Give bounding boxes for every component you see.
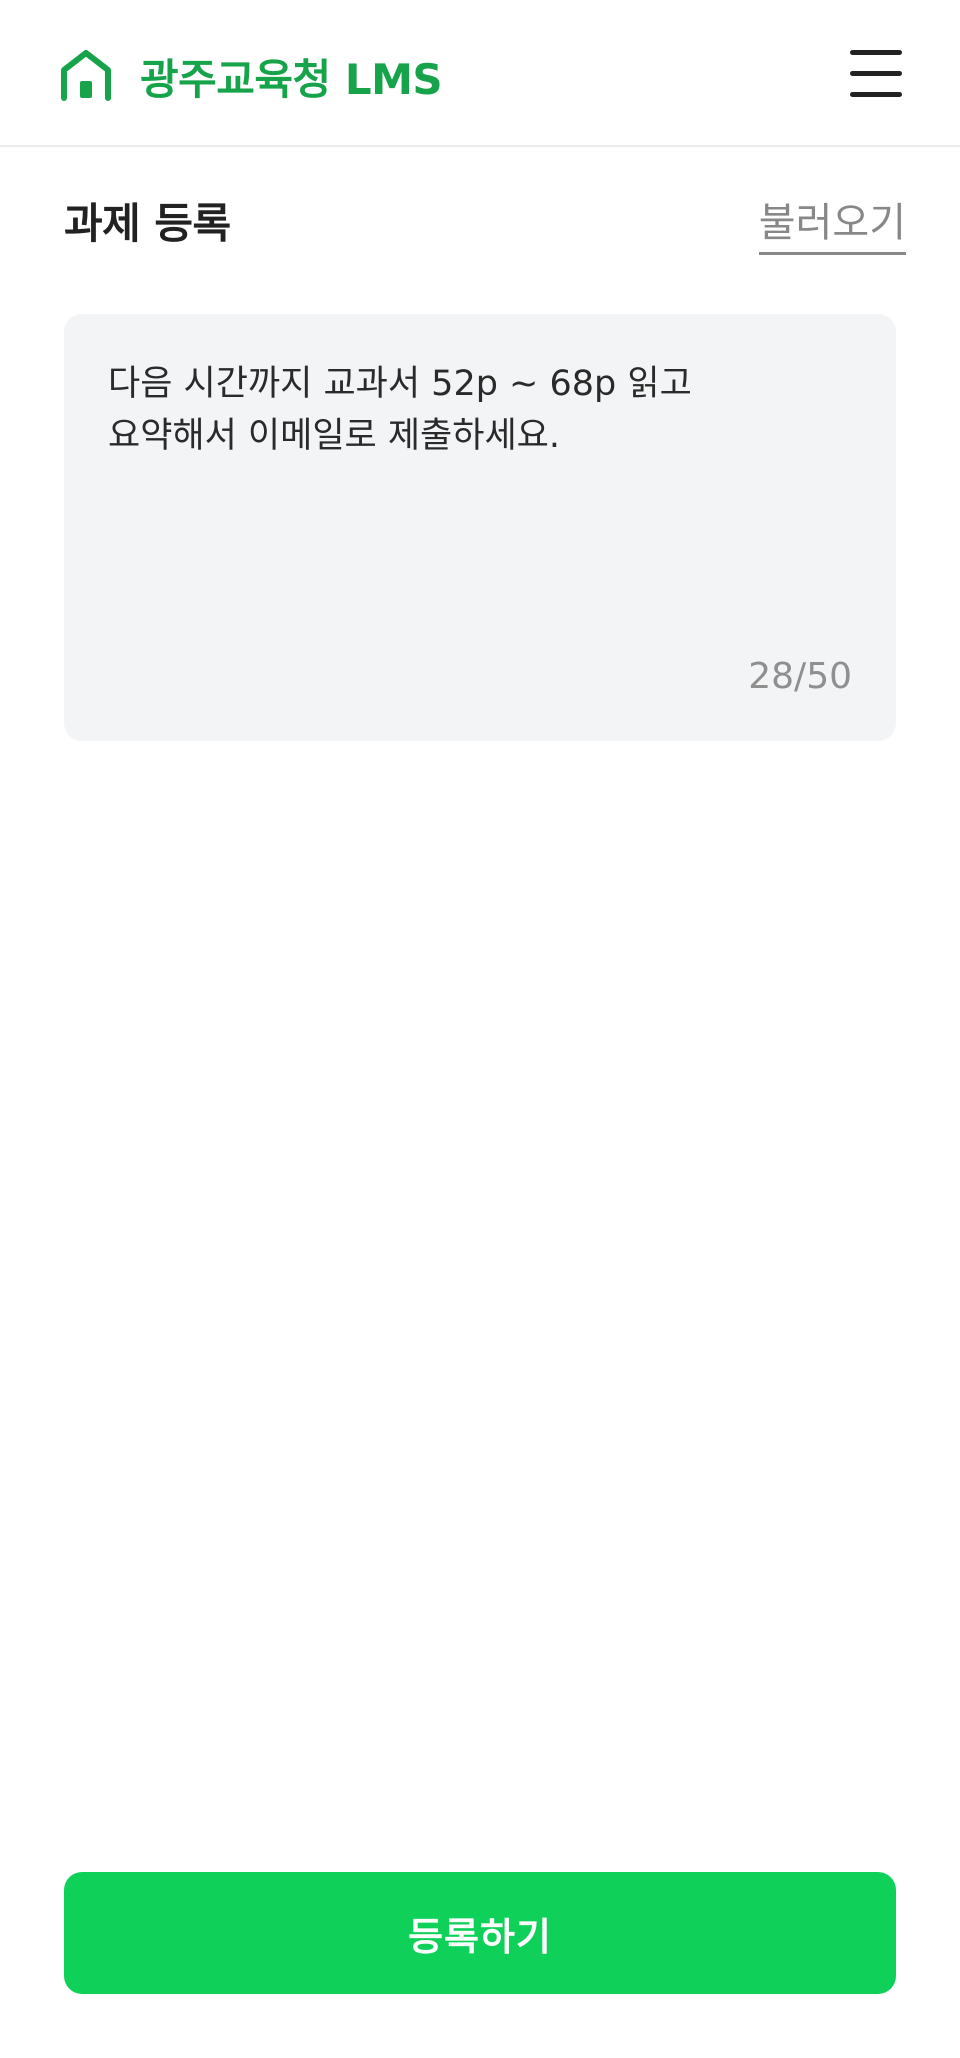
submit-button[interactable]: 등록하기 <box>64 1872 896 1994</box>
load-button[interactable]: 불러오기 <box>758 190 906 255</box>
home-icon <box>61 50 111 101</box>
menu-bar <box>850 50 902 55</box>
app-header: 광주교육청 LMS <box>0 0 960 147</box>
logo[interactable]: 광주교육청 LMS <box>58 48 443 104</box>
assignment-textarea[interactable]: 다음 시간까지 교과서 52p ~ 68p 읽고 요약해서 이메일로 제출하세요… <box>64 314 896 741</box>
app-title: 광주교육청 LMS <box>140 54 443 104</box>
hamburger-menu-icon[interactable] <box>850 48 906 100</box>
char-counter: 28/50 <box>748 656 852 697</box>
assignment-text[interactable]: 다음 시간까지 교과서 52p ~ 68p 읽고 요약해서 이메일로 제출하세요… <box>108 358 848 462</box>
page-title: 과제 등록 <box>64 199 231 248</box>
menu-bar <box>850 71 902 76</box>
menu-bar <box>850 92 902 97</box>
